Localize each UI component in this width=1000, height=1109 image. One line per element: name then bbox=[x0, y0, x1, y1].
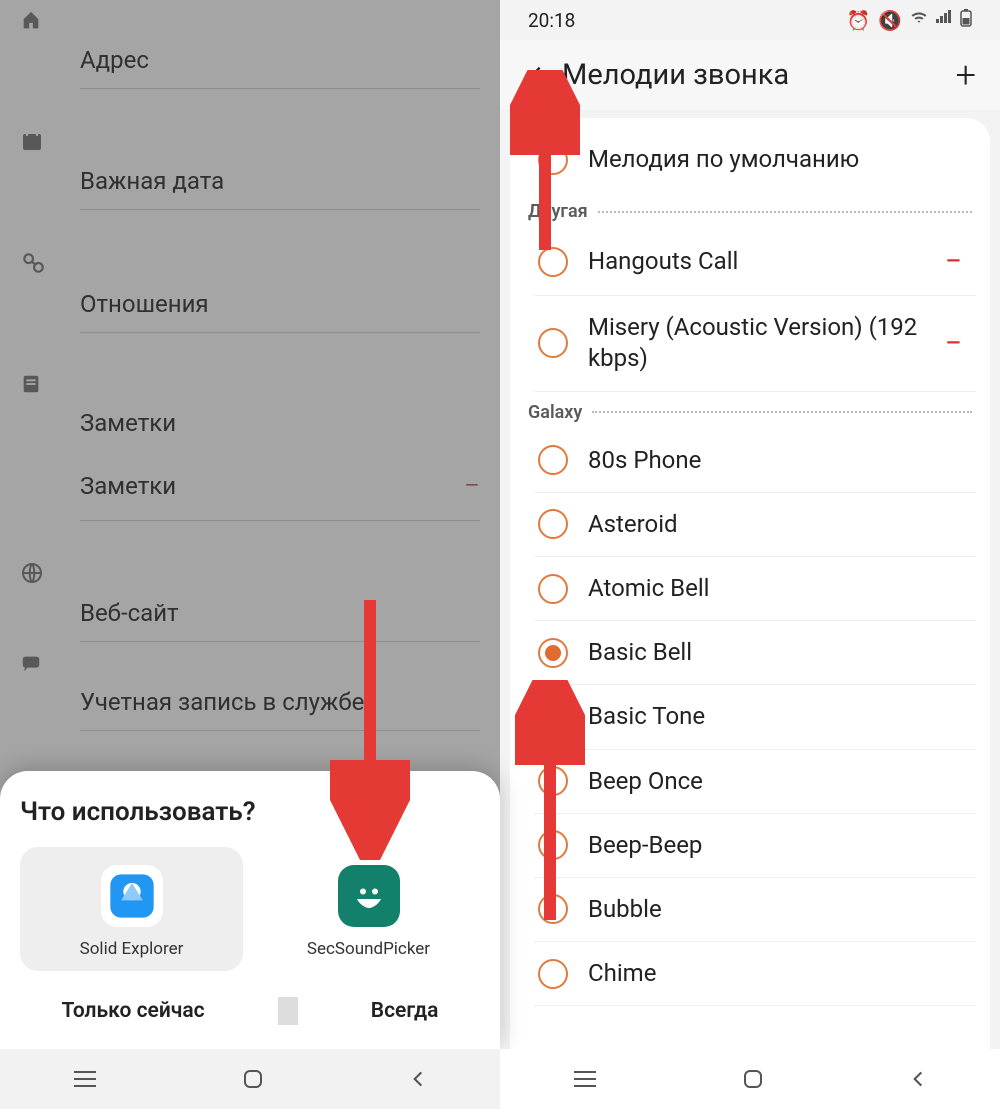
radio-icon[interactable] bbox=[538, 638, 568, 668]
ringtone-label: Мелодия по умолчанию bbox=[588, 144, 972, 175]
radio-icon[interactable] bbox=[538, 574, 568, 604]
ringtone-item[interactable]: 80s Phone bbox=[534, 429, 976, 493]
ringtone-item[interactable]: Chime bbox=[534, 942, 976, 1006]
status-time: 20:18 bbox=[528, 9, 575, 32]
ringtone-label: Basic Bell bbox=[588, 637, 972, 668]
back-button[interactable] bbox=[908, 1069, 928, 1089]
home-button[interactable] bbox=[741, 1067, 765, 1091]
ringtone-item[interactable]: Basic Tone bbox=[534, 685, 976, 749]
always-button[interactable]: Всегда bbox=[361, 991, 449, 1031]
ringtone-item[interactable]: Basic Bell bbox=[534, 621, 976, 685]
ringtone-label: 80s Phone bbox=[588, 445, 972, 476]
alarm-icon: ⏰ bbox=[847, 9, 871, 32]
app-name-label: Solid Explorer bbox=[80, 939, 184, 959]
back-button[interactable] bbox=[408, 1069, 428, 1089]
page-title: Мелодии звонка bbox=[562, 58, 956, 92]
group-other-label: Другая bbox=[528, 201, 588, 222]
radio-icon[interactable] bbox=[538, 328, 568, 358]
ringtone-label: Bubble bbox=[588, 894, 972, 925]
group-divider bbox=[598, 211, 972, 213]
left-screenshot: Адрес Важная дата Отношения bbox=[0, 0, 500, 1109]
radio-icon[interactable] bbox=[538, 830, 568, 860]
radio-icon[interactable] bbox=[538, 445, 568, 475]
sheet-divider bbox=[278, 997, 298, 1025]
app-chooser-sheet: Что использовать? Solid Explorer SecSoun… bbox=[0, 771, 500, 1049]
app-option-secsoundpicker[interactable]: SecSoundPicker bbox=[257, 847, 480, 971]
group-divider bbox=[592, 411, 972, 413]
ringtone-list: Мелодия по умолчанию Другая Hangouts Cal… bbox=[510, 118, 990, 1078]
ringtone-label: Basic Tone bbox=[588, 701, 972, 732]
radio-icon[interactable] bbox=[538, 145, 568, 175]
radio-icon[interactable] bbox=[538, 894, 568, 924]
remove-ringtone-icon[interactable]: − bbox=[945, 244, 972, 279]
remove-ringtone-icon[interactable]: − bbox=[945, 326, 972, 361]
radio-icon[interactable] bbox=[538, 766, 568, 796]
home-button[interactable] bbox=[241, 1067, 265, 1091]
group-other: Другая bbox=[524, 191, 976, 228]
ringtone-label: Hangouts Call bbox=[588, 246, 925, 277]
radio-icon[interactable] bbox=[538, 247, 568, 277]
battery-icon bbox=[960, 9, 972, 32]
ringtone-item[interactable]: Beep-Beep bbox=[534, 814, 976, 878]
ringtone-label: Misery (Acoustic Version) (192 kbps) bbox=[588, 312, 925, 374]
back-chevron[interactable] bbox=[518, 57, 554, 93]
app-option-solid-explorer[interactable]: Solid Explorer bbox=[20, 847, 243, 971]
ringtone-label: Asteroid bbox=[588, 509, 972, 540]
wifi-icon bbox=[910, 9, 928, 32]
system-navbar bbox=[0, 1049, 500, 1109]
ringtone-item[interactable]: Atomic Bell bbox=[534, 557, 976, 621]
ringtone-item[interactable]: Hangouts Call− bbox=[534, 228, 976, 296]
right-screenshot: 20:18 ⏰ 🔇 Мелодии звонка + Мелодия по ум… bbox=[500, 0, 1000, 1109]
radio-icon[interactable] bbox=[538, 702, 568, 732]
status-bar: 20:18 ⏰ 🔇 bbox=[500, 0, 1000, 40]
ringtone-label: Chime bbox=[588, 958, 972, 989]
ringtone-item[interactable]: Bubble bbox=[534, 878, 976, 942]
ringtone-item[interactable]: Misery (Acoustic Version) (192 kbps)− bbox=[534, 296, 976, 391]
ringtone-default[interactable]: Мелодия по умолчанию bbox=[534, 128, 976, 191]
radio-icon[interactable] bbox=[538, 509, 568, 539]
title-bar: Мелодии звонка + bbox=[500, 40, 1000, 110]
solid-explorer-icon bbox=[101, 865, 163, 927]
ringtone-label: Beep Once bbox=[588, 766, 972, 797]
app-name-label: SecSoundPicker bbox=[307, 939, 430, 959]
system-navbar bbox=[500, 1049, 1000, 1109]
radio-icon[interactable] bbox=[538, 959, 568, 989]
group-galaxy: Galaxy bbox=[524, 392, 976, 429]
sheet-title: Что использовать? bbox=[20, 797, 480, 827]
only-now-button[interactable]: Только сейчас bbox=[52, 991, 215, 1031]
secsoundpicker-icon bbox=[338, 865, 400, 927]
mute-icon: 🔇 bbox=[878, 9, 902, 32]
recents-button[interactable] bbox=[572, 1070, 598, 1088]
status-icons: ⏰ 🔇 bbox=[847, 9, 972, 32]
ringtone-item[interactable]: Beep Once bbox=[534, 750, 976, 814]
group-galaxy-label: Galaxy bbox=[528, 402, 582, 423]
ringtone-item[interactable]: Asteroid bbox=[534, 493, 976, 557]
ringtone-label: Atomic Bell bbox=[588, 573, 972, 604]
ringtone-label: Beep-Beep bbox=[588, 830, 972, 861]
add-button[interactable]: + bbox=[956, 54, 982, 96]
recents-button[interactable] bbox=[72, 1070, 98, 1088]
signal-icon bbox=[936, 9, 952, 32]
